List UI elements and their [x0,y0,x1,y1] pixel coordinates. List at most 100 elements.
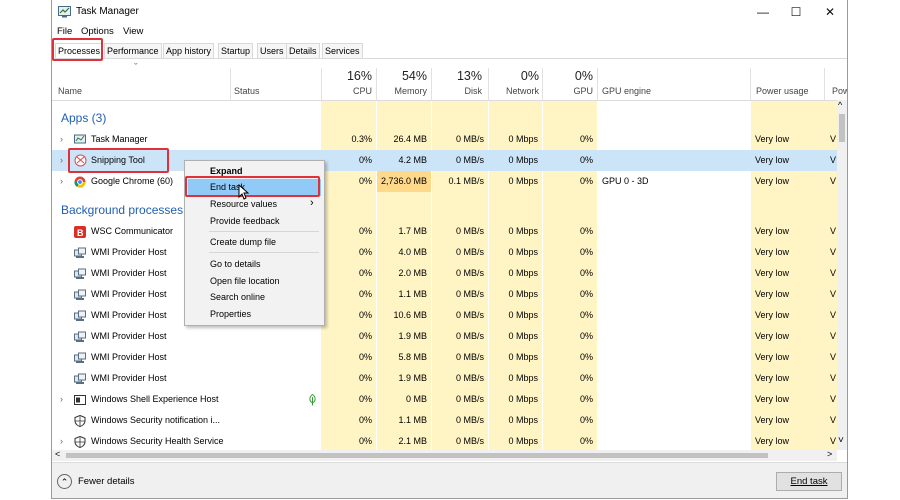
gpu-value: 0% [579,289,593,299]
table-row[interactable]: WMI Provider Host 0% 1.9 MB 0 MB/s 0 Mbps 0% V… [52,368,837,389]
table-row[interactable]: WMI Provider Host 0% 1.1 MB 0 MB/s 0 Mbps 0% V… [52,284,837,305]
network-value: 0 Mbps [508,155,538,165]
gpu-value: 0% [579,331,593,341]
power-trend-value: V [830,176,837,186]
tab-details[interactable]: Details [286,43,320,58]
power-value: Very low [755,394,790,404]
power-value: Very low [755,373,790,383]
table-row[interactable]: WMI Provider Host 0% 1.9 MB 0 MB/s 0 Mbps 0% V… [52,326,837,347]
ctx-open-file-location[interactable]: Open file location [210,276,280,286]
power-value: Very low [755,268,790,278]
table-row[interactable]: WMI Provider Host 0% 10.6 MB 0 MB/s 0 Mbps 0%… [52,305,837,326]
table-row[interactable]: WMI Provider Host 0% 5.8 MB 0 MB/s 0 Mbps 0% V… [52,347,837,368]
close-button[interactable]: ✕ [815,2,845,22]
scroll-left-icon[interactable]: < [55,449,60,459]
expand-chevron-icon[interactable]: › [60,150,63,171]
power-value: Very low [755,436,790,446]
network-value: 0 Mbps [508,310,538,320]
header-network[interactable]: Network [489,86,539,96]
menu-options[interactable]: Options [81,26,114,37]
title-bar[interactable]: Task Manager — ☐ ✕ [52,0,847,24]
wmi-provider-icon [74,310,86,321]
scroll-right-icon[interactable]: > [827,449,832,459]
header-cpu[interactable]: CPU [322,86,372,96]
header-memory-percent: 54% [401,69,427,83]
horizontal-scrollbar[interactable]: < > [52,449,837,461]
menu-file[interactable]: File [57,26,72,37]
vertical-scrollbar[interactable]: ^ ˅ [837,100,847,450]
tab-startup[interactable]: Startup [218,43,254,58]
expand-chevron-icon[interactable]: › [60,389,63,410]
process-name: WMI Provider Host [91,289,167,299]
ctx-properties[interactable]: Properties [210,309,251,319]
table-row[interactable]: Windows Security Health Service 0% 2.1 MB 0… [52,431,837,450]
header-memory[interactable]: Memory [377,86,427,96]
table-row[interactable]: B WSC Communicator 0% 1.7 MB 0 MB/s 0 Mbps 0% V… [52,221,837,242]
group-apps[interactable]: Apps (3) [61,111,106,125]
expand-chevron-icon[interactable]: › [60,171,63,192]
table-row[interactable]: › Google Chrome (60) 0% 2,736.0 MB 0.1 M… [52,171,837,192]
memory-value: 0 MB [405,394,427,404]
memory-value: 10.6 MB [393,310,427,320]
gpu-value: 0% [579,394,593,404]
header-disk-percent: 13% [456,69,482,83]
power-trend-value: V [830,226,837,236]
minimize-button[interactable]: — [748,2,778,22]
heat-bg [377,193,431,221]
ctx-resource-values[interactable]: Resource values [210,199,277,209]
scroll-down-icon[interactable]: ˅ [838,435,844,446]
cpu-value: 0% [358,268,372,278]
shell-experience-icon [74,395,86,405]
tab-users[interactable]: Users [257,43,287,58]
tab-performance[interactable]: Performance [104,43,162,58]
ctx-create-dump-file[interactable]: Create dump file [210,237,276,247]
mouse-cursor-icon [238,184,249,200]
expand-chevron-icon[interactable]: › [60,129,63,150]
horizontal-scroll-thumb[interactable] [66,453,768,458]
cpu-value: 0% [358,352,372,362]
tab-app-history[interactable]: App history [163,43,215,58]
table-row-selected[interactable]: › Snipping Tool 0% 4.2 MB 0 MB/s 0 Mbps … [52,150,837,171]
memory-value: 2,736.0 MB [380,176,427,186]
scroll-up-icon[interactable]: ^ [838,100,842,110]
footer: ⌃ Fewer details End task [52,462,847,498]
end-task-button[interactable]: End task [776,472,842,491]
header-disk[interactable]: Disk [432,86,483,96]
menu-view[interactable]: View [123,26,143,37]
scroll-thumb[interactable] [839,114,845,142]
power-trend-value: V [830,155,837,165]
header-power-usage[interactable]: Power usage [756,86,809,96]
ctx-provide-feedback[interactable]: Provide feedback [210,216,280,226]
table-row[interactable]: WMI Provider Host 0% 2.0 MB 0 MB/s 0 Mbps 0% V… [52,263,837,284]
fewer-details-link[interactable]: Fewer details [78,476,135,487]
maximize-button[interactable]: ☐ [781,2,811,22]
ctx-search-online[interactable]: Search online [210,292,265,302]
ctx-expand[interactable]: Expand [210,166,243,176]
ctx-go-to-details[interactable]: Go to details [210,259,261,269]
header-name[interactable]: Name [58,86,82,96]
power-trend-value: V [830,247,837,257]
table-row[interactable]: › Windows Shell Experience Host 0% 0 MB 0 MB… [52,389,837,410]
process-name: WMI Provider Host [91,331,167,341]
table-row[interactable]: WMI Provider Host 0% 4.0 MB 0 MB/s 0 Mbps 0% V… [52,242,837,263]
tab-services[interactable]: Services [322,43,363,58]
header-gpu[interactable]: GPU [542,86,593,96]
memory-value: 2.1 MB [398,436,427,446]
network-value: 0 Mbps [508,226,538,236]
header-gpu-engine[interactable]: GPU engine [602,86,651,96]
wmi-provider-icon [74,289,86,300]
group-background-processes[interactable]: Background processes ( [61,203,190,217]
highlight-snipping-tool [68,148,169,173]
table-row[interactable]: › Task Manager 0.3% 26.4 MB 0 MB/s 0 Mbp… [52,129,837,150]
sort-chevron-icon[interactable]: ˇ [134,62,138,74]
memory-value: 1.9 MB [398,373,427,383]
table-row[interactable]: Windows Security notification i... 0% 1.1 … [52,410,837,431]
memory-value: 2.0 MB [398,268,427,278]
header-power-trend[interactable]: Pow [832,86,847,96]
collapse-chevron-icon: ⌃ [60,477,69,487]
header-status[interactable]: Status [234,86,260,96]
expand-chevron-icon[interactable]: › [60,431,63,450]
cpu-value: 0% [358,155,372,165]
column-divider [597,68,598,100]
fewer-details-icon[interactable]: ⌃ [57,474,72,489]
